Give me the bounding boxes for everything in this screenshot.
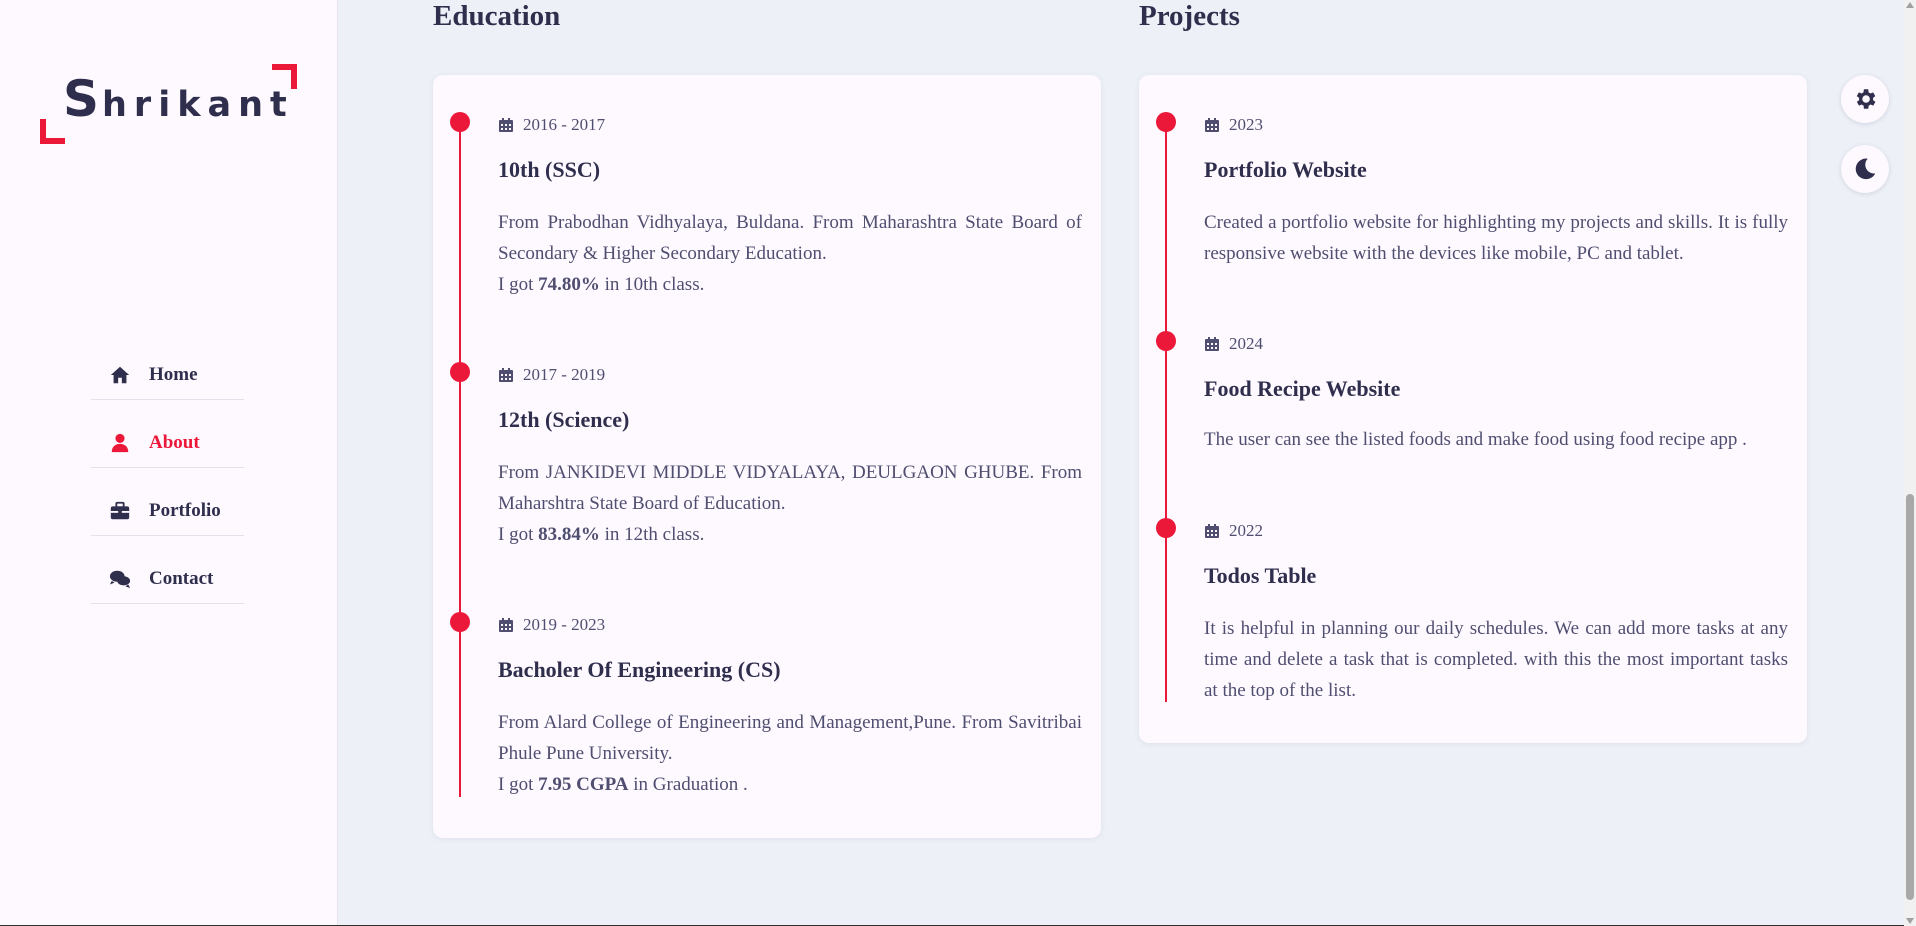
timeline-date: 2016 - 2017 <box>498 115 605 135</box>
timeline-text: From Prabodhan Vidhyalaya, Buldana. From… <box>498 207 1082 300</box>
logo-first-letter: S <box>63 70 103 128</box>
timeline-title: 10th (SSC) <box>498 157 601 182</box>
timeline-description: From JANKIDEVI MIDDLE VIDYALAYA, DEULGAO… <box>498 462 1082 514</box>
timeline-title: Portfolio Website <box>1204 157 1367 182</box>
comments-icon <box>109 570 131 588</box>
timeline-line <box>1165 122 1167 702</box>
day-night-toggle[interactable] <box>1841 145 1889 193</box>
nav-item-label: Home <box>149 363 198 385</box>
timeline-dot <box>1156 331 1176 351</box>
timeline-title: Food Recipe Website <box>1204 376 1401 401</box>
nav-item-home[interactable]: Home <box>91 350 244 400</box>
result-value: 83.84% <box>538 524 600 545</box>
timeline-text: It is helpful in planning our daily sche… <box>1204 618 1788 701</box>
style-switcher-button[interactable] <box>1841 75 1889 123</box>
nav-item-contact[interactable]: Contact <box>91 554 244 604</box>
timeline-date-text: 2024 <box>1229 334 1263 353</box>
timeline-title: Bacholer Of Engineering (CS) <box>498 657 781 682</box>
result-value: 7.95 CGPA <box>538 774 629 795</box>
timeline-date: 2022 <box>1204 521 1263 541</box>
nav-item-about[interactable]: About <box>91 418 244 468</box>
logo-text: Shrikant <box>63 70 294 128</box>
timeline-text: The user can see the listed foods and ma… <box>1204 429 1747 450</box>
calendar-icon <box>499 118 513 132</box>
moon-icon <box>1855 158 1876 180</box>
timeline-date: 2019 - 2023 <box>498 615 605 635</box>
timeline-dot <box>1156 112 1176 132</box>
nav-item-label: About <box>149 431 200 453</box>
result-suffix: in 10th class. <box>599 274 705 295</box>
timeline-line <box>459 122 461 797</box>
scroll-up-arrow[interactable] <box>1906 2 1914 8</box>
nav-item-portfolio[interactable]: Portfolio <box>91 486 244 536</box>
logo-corner-bottom-left <box>40 119 65 144</box>
timeline-title: Todos Table <box>1204 563 1317 588</box>
briefcase-icon <box>110 501 130 519</box>
scroll-down-arrow[interactable] <box>1906 918 1914 924</box>
education-title: Education <box>433 0 561 32</box>
result-prefix: I got <box>498 524 539 545</box>
calendar-icon <box>1205 118 1219 132</box>
logo-rest: hrikant <box>102 85 294 125</box>
timeline-date: 2017 - 2019 <box>498 365 605 385</box>
result-suffix: in 12th class. <box>599 524 705 545</box>
timeline-date: 2024 <box>1204 334 1263 354</box>
timeline-dot <box>1156 518 1176 538</box>
main-nav: Home About Portfolio Contact <box>91 350 244 622</box>
result-prefix: I got <box>498 774 539 795</box>
calendar-icon <box>1205 337 1219 351</box>
education-card: 2016 - 2017 10th (SSC) From Prabodhan Vi… <box>433 75 1101 838</box>
calendar-icon <box>1205 524 1219 538</box>
calendar-icon <box>499 368 513 382</box>
timeline-text: From Alard College of Engineering and Ma… <box>498 707 1082 800</box>
calendar-icon <box>499 618 513 632</box>
projects-title: Projects <box>1139 0 1240 32</box>
scroll-thumb[interactable] <box>1906 494 1914 900</box>
timeline-text: Created a portfolio website for highligh… <box>1204 212 1788 264</box>
home-icon <box>110 366 130 383</box>
timeline-date-text: 2017 - 2019 <box>523 365 606 384</box>
sidebar: Shrikant Home About Portfolio Contact <box>0 0 338 926</box>
scrollbar[interactable] <box>1904 0 1916 926</box>
user-icon <box>111 433 129 452</box>
timeline-text: From JANKIDEVI MIDDLE VIDYALAYA, DEULGAO… <box>498 457 1082 550</box>
logo[interactable]: Shrikant <box>40 64 297 144</box>
projects-card: 2023 Portfolio Website Created a portfol… <box>1139 75 1807 743</box>
timeline-description: From Alard College of Engineering and Ma… <box>498 712 1082 764</box>
timeline-date-text: 2019 - 2023 <box>523 615 606 634</box>
gear-icon <box>1856 89 1876 109</box>
timeline-dot <box>450 112 470 132</box>
timeline-date-text: 2023 <box>1229 115 1263 134</box>
timeline-description: From Prabodhan Vidhyalaya, Buldana. From… <box>498 212 1082 264</box>
nav-item-label: Portfolio <box>149 499 221 521</box>
timeline-dot <box>450 362 470 382</box>
timeline-date: 2023 <box>1204 115 1263 135</box>
result-value: 74.80% <box>538 274 600 295</box>
nav-item-label: Contact <box>149 567 214 589</box>
timeline-dot <box>450 612 470 632</box>
timeline-title: 12th (Science) <box>498 407 630 432</box>
timeline-date-text: 2016 - 2017 <box>523 115 606 134</box>
timeline-date-text: 2022 <box>1229 521 1263 540</box>
result-suffix: in Graduation . <box>628 774 748 795</box>
result-prefix: I got <box>498 274 539 295</box>
